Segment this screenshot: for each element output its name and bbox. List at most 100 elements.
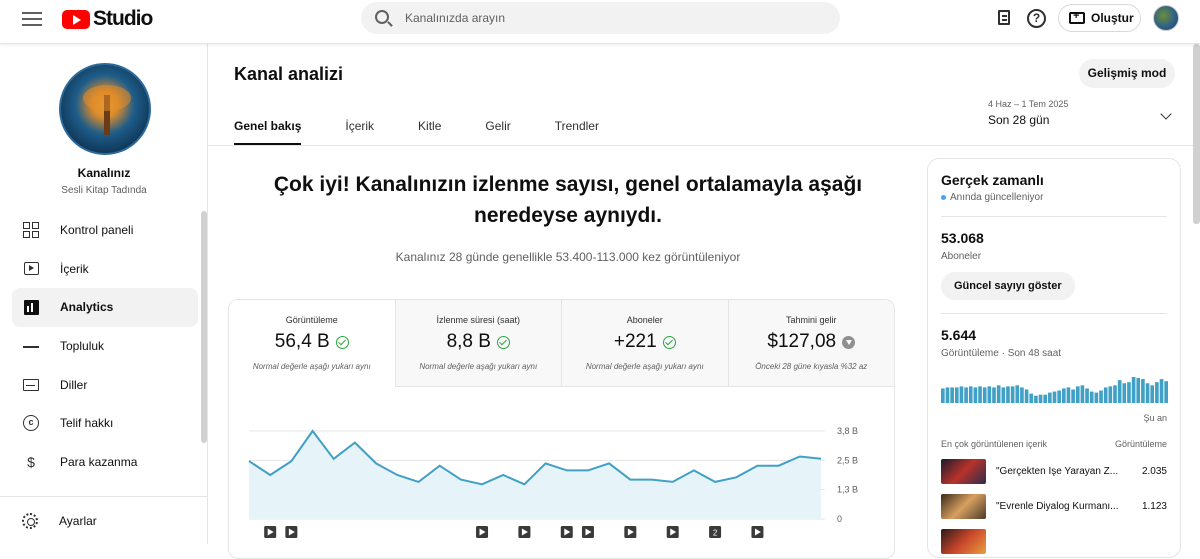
realtime-bar[interactable]	[945, 387, 950, 403]
realtime-bar[interactable]	[1052, 391, 1057, 403]
realtime-bar[interactable]	[982, 387, 987, 403]
studio-logo[interactable]: Studio	[62, 7, 153, 31]
realtime-bar[interactable]	[1136, 378, 1141, 403]
views-point[interactable]	[498, 470, 508, 480]
views-point[interactable]	[752, 461, 762, 471]
realtime-bar[interactable]	[1103, 387, 1108, 403]
views-point[interactable]	[456, 475, 466, 485]
metric-views[interactable]: Görüntüleme 56,4 B Normal değerle aşağı …	[229, 300, 396, 387]
realtime-bar[interactable]	[1145, 383, 1150, 403]
realtime-bar[interactable]	[992, 387, 996, 403]
sidebar-item-community[interactable]: Topluluk	[12, 327, 198, 366]
realtime-bar[interactable]	[964, 387, 968, 403]
tab-content[interactable]: İçerik	[345, 111, 374, 145]
views-point[interactable]	[435, 461, 445, 471]
tab-revenue[interactable]: Gelir	[485, 111, 510, 145]
realtime-bar[interactable]	[1159, 379, 1164, 403]
realtime-bar[interactable]	[1099, 390, 1103, 403]
search-input[interactable]	[405, 8, 805, 28]
views-point[interactable]	[583, 465, 593, 475]
metric-subscribers[interactable]: Aboneler +221 Normal değerle aşağı yukar…	[562, 300, 729, 387]
realtime-bar[interactable]	[1164, 381, 1168, 403]
advanced-mode-button[interactable]: Gelişmiş mod	[1079, 59, 1175, 88]
views-point[interactable]	[413, 477, 423, 487]
views-point[interactable]	[795, 451, 805, 461]
realtime-bar[interactable]	[1085, 388, 1089, 403]
sidebar-scrollbar[interactable]	[201, 211, 207, 443]
views-point[interactable]	[562, 465, 572, 475]
views-point[interactable]	[541, 458, 551, 468]
video-marker[interactable]	[751, 526, 764, 538]
views-point[interactable]	[731, 472, 741, 482]
realtime-bar[interactable]	[954, 387, 959, 403]
top-video-row-partial[interactable]	[941, 529, 1167, 554]
views-point[interactable]	[308, 426, 318, 436]
views-point[interactable]	[519, 479, 529, 489]
realtime-bar[interactable]	[1066, 387, 1071, 403]
realtime-bar[interactable]	[1006, 386, 1010, 403]
views-point[interactable]	[286, 456, 296, 466]
tab-trends[interactable]: Trendler	[555, 111, 599, 145]
realtime-bar[interactable]	[1015, 385, 1020, 403]
feedback-icon[interactable]	[994, 8, 1016, 30]
top-video-row[interactable]: "Evrenle Diyalog Kurmanı... 1.123	[941, 494, 1167, 519]
sidebar-item-dashboard[interactable]: Kontrol paneli	[12, 211, 198, 250]
video-marker[interactable]: 2	[709, 526, 722, 538]
tab-audience[interactable]: Kitle	[418, 111, 441, 145]
realtime-bar[interactable]	[1034, 395, 1038, 403]
realtime-bar[interactable]	[1048, 392, 1052, 403]
realtime-bar[interactable]	[941, 388, 945, 403]
realtime-bar[interactable]	[1108, 386, 1113, 403]
help-icon[interactable]: ?	[1026, 8, 1048, 30]
realtime-bar[interactable]	[950, 387, 954, 403]
views-point[interactable]	[477, 479, 487, 489]
views-point[interactable]	[816, 454, 826, 464]
views-point[interactable]	[689, 465, 699, 475]
date-range-picker[interactable]: 4 Haz – 1 Tem 2025 Son 28 gün	[988, 99, 1178, 135]
channel-avatar[interactable]	[59, 63, 151, 155]
views-chart[interactable]: 3,8 B 2,5 B 1,3 B 0 2	[229, 387, 895, 559]
video-marker[interactable]	[560, 526, 573, 538]
views-point[interactable]	[265, 470, 275, 480]
realtime-bar[interactable]	[968, 386, 973, 403]
realtime-bar[interactable]	[1127, 382, 1131, 403]
realtime-bar[interactable]	[1122, 383, 1127, 403]
realtime-bar[interactable]	[1024, 389, 1029, 403]
realtime-bar[interactable]	[1089, 391, 1094, 403]
views-point[interactable]	[625, 475, 635, 485]
realtime-bar[interactable]	[996, 385, 1001, 403]
realtime-bar[interactable]	[1010, 386, 1015, 403]
views-point[interactable]	[329, 454, 339, 464]
show-current-count-button[interactable]: Güncel sayıyı göster	[941, 272, 1075, 300]
realtime-bar[interactable]	[1038, 394, 1043, 403]
create-button[interactable]: Oluştur	[1058, 4, 1141, 32]
video-marker[interactable]	[285, 526, 298, 538]
account-avatar[interactable]	[1153, 5, 1179, 31]
realtime-bar[interactable]	[1113, 385, 1117, 403]
video-marker[interactable]	[581, 526, 594, 538]
sidebar-item-content[interactable]: İçerik	[12, 250, 198, 289]
sidebar-item-monetization[interactable]: $ Para kazanma	[12, 443, 198, 482]
video-marker[interactable]	[264, 526, 277, 538]
realtime-bar[interactable]	[1020, 387, 1024, 403]
realtime-bar[interactable]	[978, 386, 982, 403]
realtime-bar[interactable]	[1117, 380, 1122, 403]
views-point[interactable]	[392, 470, 402, 480]
sidebar-item-settings[interactable]: Ayarlar	[0, 496, 208, 544]
realtime-bar[interactable]	[1080, 385, 1085, 403]
views-point[interactable]	[774, 461, 784, 471]
realtime-bar[interactable]	[987, 386, 992, 403]
views-point[interactable]	[710, 477, 720, 487]
metric-watch-time[interactable]: İzlenme süresi (saat) 8,8 B Normal değer…	[395, 300, 562, 387]
sidebar-item-analytics[interactable]: Analytics	[12, 288, 198, 327]
sidebar-item-languages[interactable]: Diller	[12, 365, 198, 404]
metric-revenue[interactable]: Tahmini gelir $127,08 Önceki 28 güne kıy…	[728, 300, 894, 387]
realtime-bar[interactable]	[1131, 377, 1136, 403]
views-point[interactable]	[244, 456, 254, 466]
realtime-bar[interactable]	[1075, 386, 1080, 403]
menu-icon[interactable]	[20, 8, 44, 32]
sidebar-item-copyright[interactable]: c Telif hakkı	[12, 404, 198, 443]
realtime-bar[interactable]	[1057, 390, 1061, 403]
search-icon[interactable]	[375, 10, 389, 24]
realtime-bar[interactable]	[1061, 388, 1066, 403]
